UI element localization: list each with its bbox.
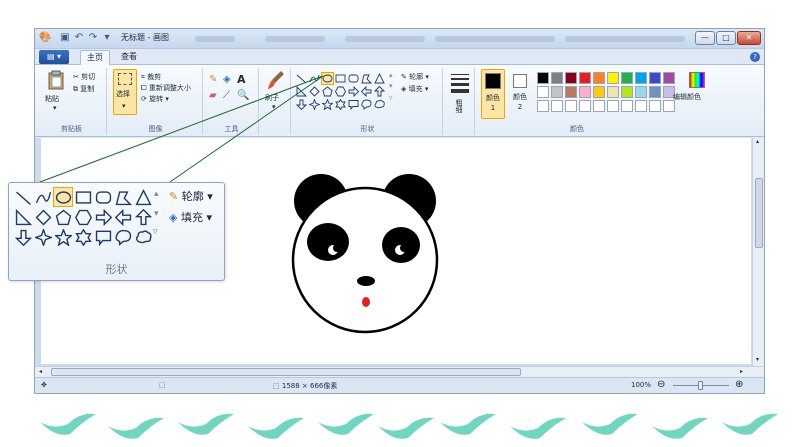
bird-decoration xyxy=(318,413,374,435)
bird-decoration xyxy=(178,413,234,435)
up-arrow-shape-icon[interactable] xyxy=(133,207,153,227)
fill-bucket-icon: ◈ xyxy=(169,211,178,224)
diamond-shape-icon[interactable] xyxy=(33,207,53,227)
bird-decoration xyxy=(582,413,638,435)
triangle-shape-icon[interactable] xyxy=(133,187,153,207)
pentagon-shape-icon[interactable] xyxy=(53,207,73,227)
polygon-shape-icon[interactable] xyxy=(113,187,133,207)
bird-decoration xyxy=(440,413,496,435)
six-point-star-shape-icon[interactable] xyxy=(73,227,93,247)
decorative-birds xyxy=(40,413,778,439)
leader-line xyxy=(39,75,324,183)
right-triangle-shape-icon[interactable] xyxy=(13,207,33,227)
down-arrow-shape-icon[interactable] xyxy=(13,227,33,247)
right-arrow-shape-icon[interactable] xyxy=(93,207,113,227)
bird-decoration xyxy=(108,417,164,439)
hexagon-shape-icon[interactable] xyxy=(73,207,93,227)
gallery-expand[interactable]: ▿ xyxy=(153,227,158,237)
bird-decoration xyxy=(510,417,566,439)
oval-shape-icon[interactable] xyxy=(53,187,73,207)
outline-button[interactable]: ✎ 轮廓 ▾ xyxy=(169,188,213,204)
rect-callout-shape-icon[interactable] xyxy=(93,227,113,247)
curve-shape-icon[interactable] xyxy=(33,187,53,207)
fill-button[interactable]: ◈ 填充 ▾ xyxy=(169,209,212,225)
left-arrow-shape-icon[interactable] xyxy=(113,207,133,227)
bird-decoration xyxy=(40,413,96,435)
four-point-star-shape-icon[interactable] xyxy=(33,227,53,247)
callout-group-label: 形状 xyxy=(105,263,128,276)
screenshot-stage: 🎨 ▣ ↶ ↷ ▾ 无标题 - 画图 — □ ✕ ▤ ▾ 主页 查看 ? 粘贴 … xyxy=(0,0,794,447)
cloud-callout-shape-icon[interactable] xyxy=(133,227,153,247)
rectangle-shape-icon[interactable] xyxy=(73,187,93,207)
rounded-rect-shape-icon[interactable] xyxy=(93,187,113,207)
oval-callout-shape-icon[interactable] xyxy=(113,227,133,247)
leader-line xyxy=(169,75,324,183)
bird-decoration xyxy=(722,413,778,435)
bird-decoration xyxy=(378,417,434,439)
line-shape-icon[interactable] xyxy=(13,187,33,207)
shapes-gallery-zoomed xyxy=(13,187,153,247)
gallery-scroll-up[interactable]: ▴ xyxy=(154,189,159,199)
shapes-zoom-callout: ▴ ▾ ▿ ✎ 轮廓 ▾ ◈ 填充 ▾ 形状 xyxy=(8,182,225,281)
five-point-star-shape-icon[interactable] xyxy=(53,227,73,247)
gallery-scroll-down[interactable]: ▾ xyxy=(154,209,159,219)
outline-pencil-icon: ✎ xyxy=(169,190,179,203)
bird-decoration xyxy=(652,417,708,439)
bird-decoration xyxy=(248,417,304,439)
